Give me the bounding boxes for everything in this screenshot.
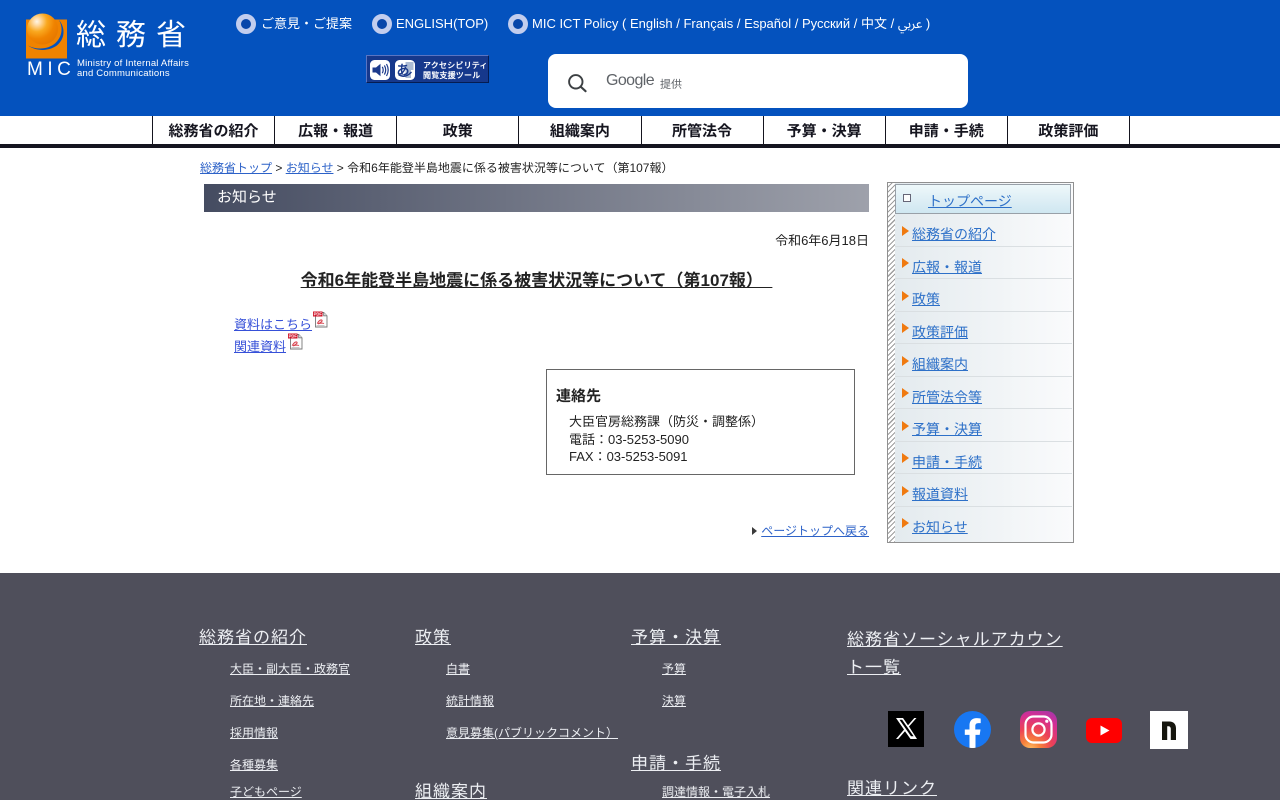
svg-text:PDF: PDF (289, 334, 298, 339)
svg-text:PDF: PDF (314, 312, 323, 317)
